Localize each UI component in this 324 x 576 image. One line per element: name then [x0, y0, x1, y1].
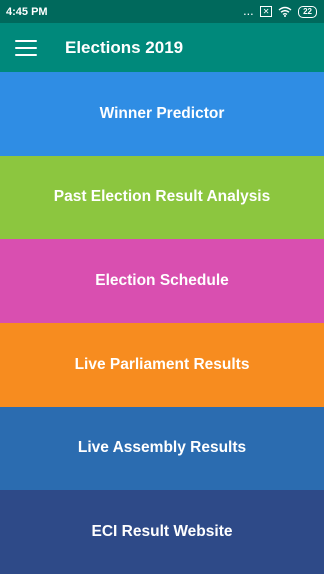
battery-icon: 22: [298, 5, 317, 18]
winner-predictor-button[interactable]: Winner Predictor: [0, 72, 324, 156]
past-election-result-analysis-button[interactable]: Past Election Result Analysis: [0, 155, 324, 240]
live-assembly-results-button[interactable]: Live Assembly Results: [0, 406, 324, 491]
eci-result-website-button[interactable]: ECI Result Website: [0, 490, 324, 574]
more-dots-icon: ...: [243, 6, 255, 17]
sim-x-icon: ✕: [260, 6, 273, 17]
status-time: 4:45 PM: [6, 5, 48, 18]
status-bar: 4:45 PM ... ✕ 22: [0, 0, 324, 23]
hamburger-menu-icon[interactable]: [15, 39, 37, 56]
menu-tiles: Winner Predictor Past Election Result An…: [0, 72, 324, 574]
app-title: Elections 2019: [65, 37, 184, 57]
election-schedule-button[interactable]: Election Schedule: [0, 239, 324, 323]
live-parliament-results-button[interactable]: Live Parliament Results: [0, 322, 324, 407]
status-icons: ... ✕ 22: [243, 5, 317, 18]
app-bar: Elections 2019: [0, 23, 324, 72]
wifi-icon: [278, 6, 292, 17]
